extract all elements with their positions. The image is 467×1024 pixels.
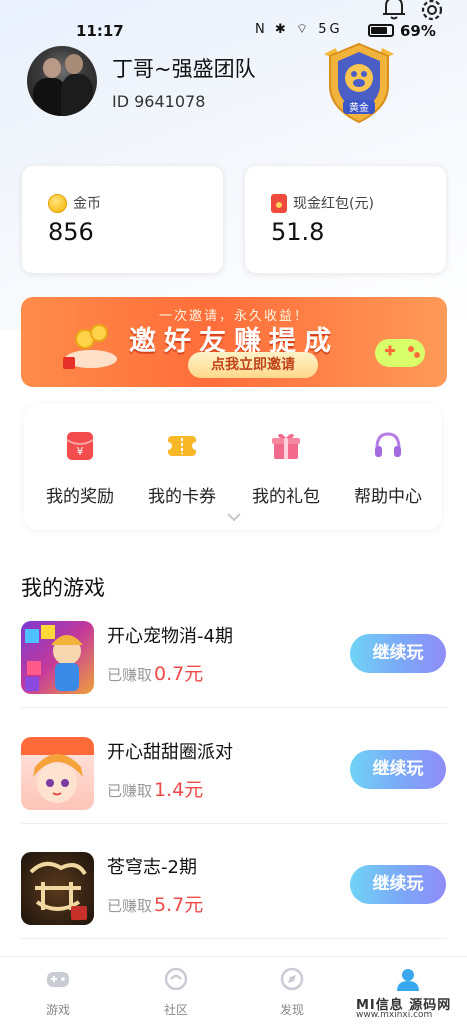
quick-action-label: 帮助中心 bbox=[354, 487, 422, 507]
tab-label: 游戏 bbox=[45, 1003, 70, 1017]
continue-play-button[interactable]: 继续玩 bbox=[350, 634, 446, 673]
games-section-title: 我的游戏 bbox=[21, 576, 105, 600]
battery-icon bbox=[368, 24, 394, 37]
tab-label: 发现 bbox=[279, 1003, 304, 1017]
gold-level-badge[interactable]: 黄金 bbox=[316, 40, 402, 126]
coins-value: 856 bbox=[48, 218, 94, 246]
game-name: 开心甜甜圈派对 bbox=[107, 742, 233, 763]
community-icon bbox=[164, 967, 188, 991]
continue-play-button[interactable]: 继续玩 bbox=[350, 865, 446, 904]
quick-action-rewards[interactable]: ¥ 我的奖励 bbox=[28, 430, 132, 507]
invite-button[interactable]: 点我立即邀请 bbox=[188, 352, 318, 378]
username: 丁哥~强盛团队 bbox=[112, 57, 256, 81]
status-indicators: N ✱ ⌔ 5G bbox=[255, 22, 343, 37]
reward-icon: ¥ bbox=[66, 432, 94, 460]
game-thumbnail[interactable] bbox=[21, 737, 94, 810]
gamepad-decoration-icon bbox=[375, 339, 425, 367]
game-name: 开心宠物消-4期 bbox=[107, 626, 233, 647]
game-earned: 已赚取 1.4元 bbox=[107, 779, 204, 801]
bell-icon[interactable] bbox=[381, 0, 407, 20]
quick-action-coupons[interactable]: 我的卡券 bbox=[130, 430, 234, 507]
game-earned: 已赚取 0.7元 bbox=[107, 663, 204, 685]
invite-banner[interactable]: 一次邀请，永久收益！ 邀好友赚提成 点我立即邀请 bbox=[21, 297, 447, 387]
quick-actions-panel: ¥ 我的奖励 我的卡券 我的礼包 帮助中心 bbox=[24, 404, 442, 530]
gift-icon bbox=[272, 433, 300, 459]
earned-amount: 1.4元 bbox=[154, 779, 204, 801]
quick-action-label: 我的礼包 bbox=[252, 487, 320, 507]
coin-icon bbox=[48, 193, 67, 213]
user-id: ID 9641078 bbox=[112, 92, 206, 111]
tab-discover[interactable]: 发现 bbox=[252, 967, 332, 1018]
cash-value: 51.8 bbox=[271, 218, 325, 246]
game-thumbnail[interactable] bbox=[21, 621, 94, 694]
gear-icon[interactable] bbox=[418, 0, 446, 24]
game-thumbnail[interactable] bbox=[21, 852, 94, 925]
cash-card[interactable]: 现金红包(元) 51.8 bbox=[244, 165, 447, 274]
compass-icon bbox=[280, 967, 304, 991]
quick-action-help[interactable]: 帮助中心 bbox=[336, 430, 440, 507]
user-icon bbox=[397, 969, 419, 991]
coins-card[interactable]: 金币 856 bbox=[21, 165, 224, 274]
svg-text:¥: ¥ bbox=[77, 445, 84, 458]
coupon-icon bbox=[164, 436, 200, 456]
badge-label: 黄金 bbox=[349, 101, 369, 114]
game-name: 苍穹志-2期 bbox=[107, 857, 197, 878]
divider bbox=[21, 938, 447, 939]
chevron-down-icon[interactable] bbox=[226, 512, 242, 522]
continue-play-button[interactable]: 继续玩 bbox=[350, 750, 446, 789]
gamepad-icon bbox=[47, 972, 69, 987]
avatar[interactable] bbox=[27, 46, 97, 116]
coins-label: 金币 bbox=[73, 196, 101, 212]
tab-games[interactable]: 游戏 bbox=[18, 967, 98, 1018]
cash-label: 现金红包(元) bbox=[293, 196, 374, 212]
game-row[interactable]: 开心甜甜圈派对 已赚取 1.4元 继续玩 bbox=[0, 731, 467, 831]
watermark-url: www.mxinxi.com bbox=[356, 1010, 433, 1020]
earned-amount: 5.7元 bbox=[154, 894, 204, 916]
quick-action-label: 我的卡券 bbox=[148, 487, 216, 507]
headset-icon bbox=[375, 432, 401, 457]
game-row[interactable]: 苍穹志-2期 已赚取 5.7元 继续玩 bbox=[0, 846, 467, 946]
red-packet-icon bbox=[271, 193, 287, 213]
tab-community[interactable]: 社区 bbox=[136, 967, 216, 1018]
quick-action-gifts[interactable]: 我的礼包 bbox=[234, 430, 338, 507]
game-earned: 已赚取 5.7元 bbox=[107, 894, 204, 916]
game-row[interactable]: 开心宠物消-4期 已赚取 0.7元 继续玩 bbox=[0, 615, 467, 715]
divider bbox=[21, 823, 447, 824]
earned-amount: 0.7元 bbox=[154, 663, 204, 685]
quick-action-label: 我的奖励 bbox=[46, 487, 114, 507]
status-time: 11:17 bbox=[76, 22, 124, 40]
battery-percent: 69% bbox=[400, 22, 436, 40]
tab-label: 社区 bbox=[163, 1003, 188, 1017]
divider bbox=[21, 707, 447, 708]
